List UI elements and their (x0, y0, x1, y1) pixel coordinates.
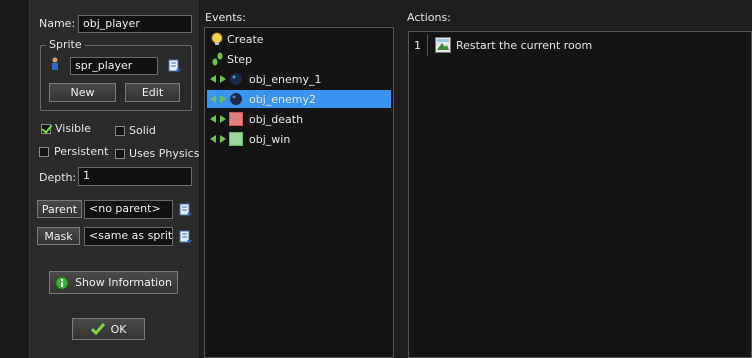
action-label: Restart the current room (456, 39, 593, 52)
solid-label: Solid (129, 124, 156, 137)
persistent-checkbox[interactable] (39, 147, 49, 157)
parent-menu-icon[interactable] (179, 203, 193, 217)
show-information-label: Show Information (75, 276, 172, 289)
checkmark-icon (90, 323, 105, 335)
events-title: Events: (205, 11, 246, 24)
event-collision-obj-enemy-1[interactable]: obj_enemy_1 (207, 70, 391, 88)
enemy-sprite-icon (230, 73, 242, 85)
mask-button-label: Mask (44, 229, 73, 243)
sprite-field[interactable]: spr_player (70, 57, 158, 75)
name-label: Name: (39, 17, 76, 30)
edit-sprite-button-label: Edit (141, 86, 164, 99)
show-information-button[interactable]: Show Information (49, 271, 178, 294)
visible-checkbox[interactable] (41, 124, 51, 134)
solid-checkbox[interactable] (115, 126, 125, 136)
lightbulb-icon (211, 32, 223, 45)
collision-arrows-icon (210, 135, 226, 143)
edit-sprite-button[interactable]: Edit (125, 83, 180, 102)
event-label: obj_win (249, 132, 291, 146)
event-collision-obj-win[interactable]: obj_win (207, 130, 391, 148)
ok-button-label: OK (110, 322, 127, 336)
actions-title: Actions: (407, 11, 451, 24)
persistent-label: Persistent (54, 145, 109, 158)
info-icon (55, 276, 69, 289)
mask-field[interactable]: <same as sprite> (84, 227, 173, 246)
mask-menu-icon[interactable] (179, 230, 193, 244)
event-label: Step (227, 52, 253, 66)
depth-field[interactable]: 1 (78, 167, 192, 186)
death-sprite-icon (229, 112, 243, 126)
event-label: obj_death (249, 112, 304, 126)
sprite-menu-icon[interactable] (168, 59, 182, 73)
event-label: obj_enemy2 (249, 92, 316, 106)
parent-field[interactable]: <no parent> (84, 200, 173, 219)
restart-room-icon (435, 37, 451, 53)
left-edge-panel (0, 0, 30, 358)
event-collision-obj-enemy2[interactable]: obj_enemy2 (207, 90, 391, 108)
sprite-group-title: Sprite (46, 38, 85, 51)
action-row-divider (427, 34, 428, 56)
player-sprite-icon (52, 57, 58, 70)
actions-list[interactable]: 1 Restart the current room (408, 31, 752, 358)
parent-button-label: Parent (41, 202, 78, 216)
mask-button[interactable]: Mask (37, 227, 80, 245)
parent-button[interactable]: Parent (37, 200, 82, 218)
uses-physics-label: Uses Physics (129, 147, 200, 160)
depth-label: Depth: (39, 171, 77, 184)
collision-arrows-icon (210, 115, 226, 123)
event-create[interactable]: Create (207, 30, 391, 48)
action-index: 1 (414, 39, 421, 52)
event-label: Create (227, 32, 264, 46)
ok-button[interactable]: OK (72, 318, 145, 340)
event-step[interactable]: Step (207, 50, 391, 68)
footsteps-icon (212, 52, 223, 66)
object-properties-panel: Name: obj_player Sprite spr_player New E… (30, 0, 200, 358)
visible-label: Visible (55, 122, 91, 135)
action-row[interactable]: 1 Restart the current room (409, 34, 749, 56)
collision-arrows-icon (210, 75, 226, 83)
uses-physics-checkbox[interactable] (115, 149, 125, 159)
name-field[interactable]: obj_player (78, 15, 192, 33)
event-collision-obj-death[interactable]: obj_death (207, 110, 391, 128)
enemy-sprite-icon (230, 93, 242, 105)
event-label: obj_enemy_1 (249, 72, 322, 86)
collision-arrows-icon (210, 95, 226, 103)
events-list[interactable]: Create Step obj_enemy_1 obj_enemy2 obj_d… (204, 27, 394, 358)
new-sprite-button-label: New (70, 86, 95, 99)
win-sprite-icon (229, 132, 243, 146)
new-sprite-button[interactable]: New (49, 83, 116, 102)
